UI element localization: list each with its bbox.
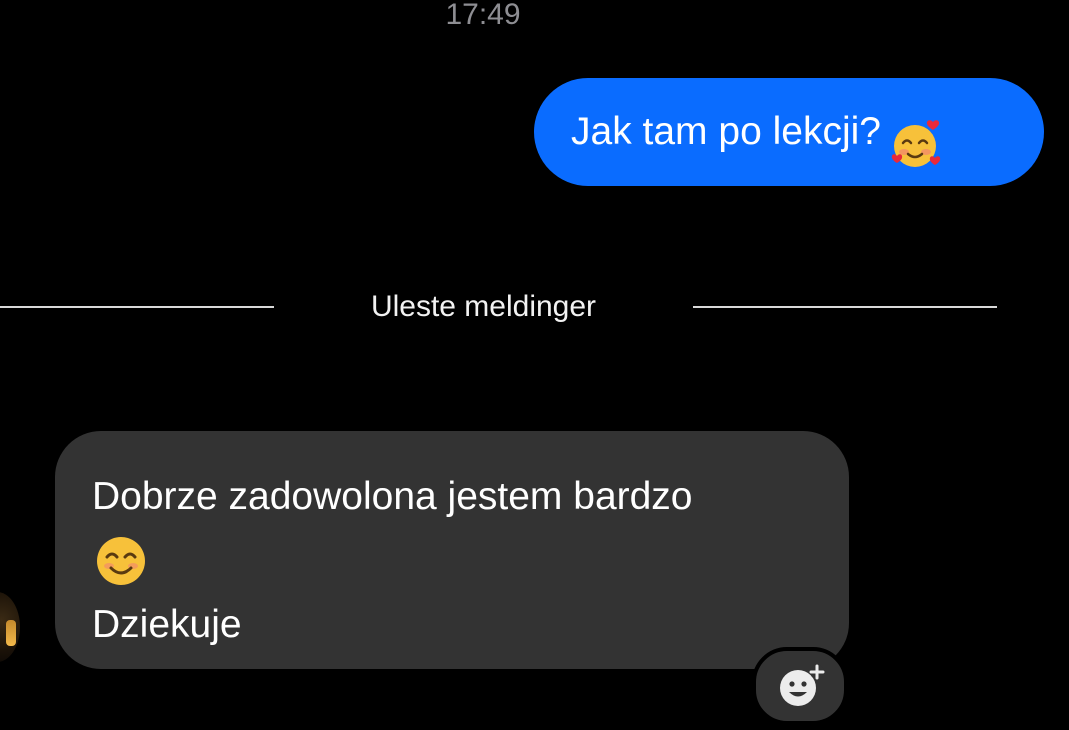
add-reaction-button[interactable]: [752, 647, 848, 725]
chat-thread: 17:49 Jak tam po lekcji? Uleste meldinge…: [0, 0, 1069, 730]
message-timestamp: 17:49: [445, 0, 521, 31]
divider-line-left: [0, 306, 274, 308]
divider-label: Uleste meldinger: [370, 290, 597, 323]
add-reaction-icon: [780, 664, 825, 706]
smiling-face-with-smiling-eyes-icon: [92, 529, 813, 593]
divider-line-right: [693, 306, 997, 308]
unread-messages-divider: Uleste meldinger: [0, 288, 1069, 328]
outgoing-message-text: Jak tam po lekcji?: [571, 110, 881, 153]
incoming-message-bubble[interactable]: Dobrze zadowolona jestem bardzo Dziekuje: [55, 431, 849, 669]
avatar[interactable]: [0, 592, 20, 662]
outgoing-message-bubble[interactable]: Jak tam po lekcji?: [534, 78, 1044, 186]
incoming-message-line: Dziekuje: [92, 603, 242, 646]
smiling-face-with-hearts-icon: [891, 104, 943, 167]
incoming-message-line: Dobrze zadowolona jestem bardzo: [92, 475, 693, 518]
